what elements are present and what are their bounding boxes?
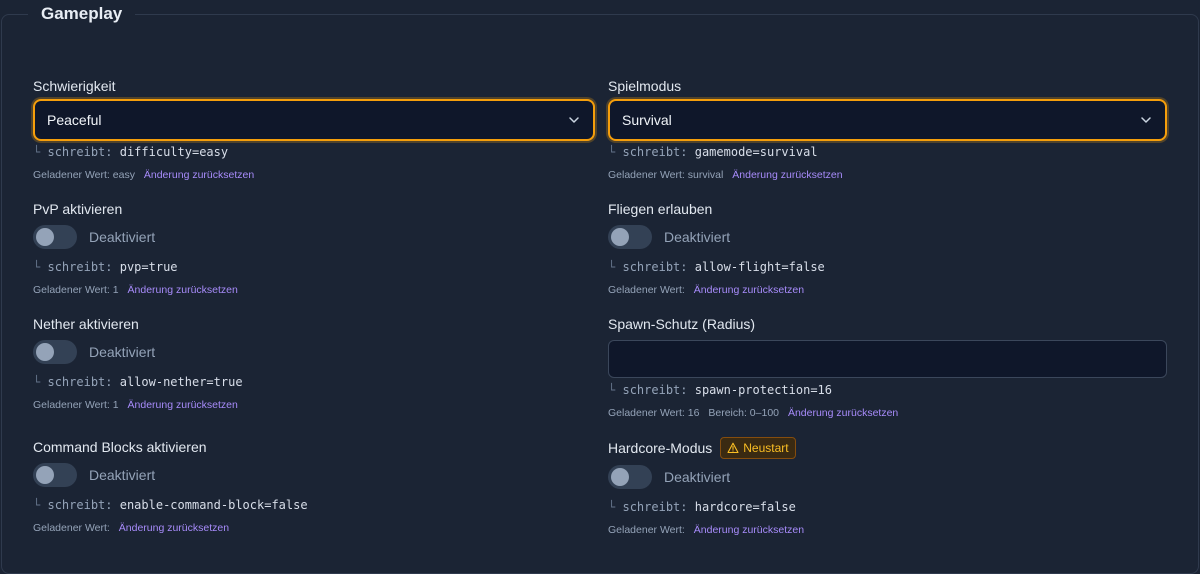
spawn-protection-input[interactable]: [608, 340, 1167, 378]
tree-branch-icon: └: [608, 260, 616, 274]
pvp-writes: └ schreibt: pvp=true: [33, 260, 178, 274]
spawn-protection-meta: Geladener Wert: 16 Bereich: 0–100 Änderu…: [608, 406, 898, 420]
flight-label: Fliegen erlauben: [608, 201, 713, 217]
command-blocks-label: Command Blocks aktivieren: [33, 439, 207, 455]
nether-writes: └ schreibt: allow-nether=true: [33, 375, 243, 389]
warning-icon: [727, 442, 739, 454]
flight-reset-link[interactable]: Änderung zurücksetzen: [694, 284, 804, 296]
command-blocks-loaded-value: Geladener Wert:: [33, 522, 110, 534]
section-title: Gameplay: [28, 2, 136, 26]
hardcore-writes: └ schreibt: hardcore=false: [608, 500, 796, 514]
pvp-loaded-value: Geladener Wert: 1: [33, 284, 119, 296]
spawn-protection-range: Bereich: 0–100: [708, 407, 780, 419]
command-blocks-toggle-row: Deaktiviert: [33, 463, 155, 487]
command-blocks-reset-link[interactable]: Änderung zurücksetzen: [119, 522, 229, 534]
restart-badge: Neustart: [720, 437, 796, 459]
command-blocks-toggle[interactable]: [33, 463, 77, 487]
flight-meta: Geladener Wert: Änderung zurücksetzen: [608, 283, 804, 297]
difficulty-meta: Geladener Wert: easy Änderung zurücksetz…: [33, 168, 254, 182]
flight-key: allow-flight=false: [694, 260, 825, 274]
nether-key: allow-nether=true: [119, 375, 243, 389]
toggle-knob: [36, 343, 54, 361]
tree-branch-icon: └: [608, 383, 616, 397]
hardcore-label: Hardcore-Modus: [608, 440, 713, 456]
nether-label: Nether aktivieren: [33, 316, 139, 332]
command-blocks-writes: └ schreibt: enable-command-block=false: [33, 498, 308, 512]
gamemode-writes: └ schreibt: gamemode=survival: [608, 145, 818, 159]
nether-loaded-value: Geladener Wert: 1: [33, 399, 119, 411]
nether-toggle[interactable]: [33, 340, 77, 364]
pvp-label: PvP aktivieren: [33, 201, 123, 217]
command-blocks-state: Deaktiviert: [89, 467, 156, 483]
difficulty-reset-link[interactable]: Änderung zurücksetzen: [144, 169, 254, 181]
difficulty-loaded-value: Geladener Wert: easy: [33, 169, 135, 181]
toggle-knob: [611, 468, 629, 486]
gamemode-key: gamemode=survival: [694, 145, 818, 159]
flight-loaded-value: Geladener Wert:: [608, 284, 685, 296]
hardcore-loaded-value: Geladener Wert:: [608, 524, 685, 536]
gamemode-loaded-value: Geladener Wert: survival: [608, 169, 724, 181]
pvp-toggle[interactable]: [33, 225, 77, 249]
nether-toggle-row: Deaktiviert: [33, 340, 155, 364]
toggle-knob: [36, 228, 54, 246]
command-blocks-key: enable-command-block=false: [119, 498, 308, 512]
gamemode-select-value: Survival: [622, 112, 672, 128]
difficulty-key: difficulty=easy: [119, 145, 229, 159]
tree-branch-icon: └: [33, 260, 41, 274]
spawn-protection-writes: └ schreibt: spawn-protection=16: [608, 383, 833, 397]
hardcore-meta: Geladener Wert: Änderung zurücksetzen: [608, 523, 804, 537]
tree-branch-icon: └: [608, 145, 616, 159]
pvp-toggle-row: Deaktiviert: [33, 225, 155, 249]
toggle-knob: [611, 228, 629, 246]
command-blocks-meta: Geladener Wert: Änderung zurücksetzen: [33, 521, 229, 535]
gamemode-meta: Geladener Wert: survival Änderung zurück…: [608, 168, 843, 182]
spawn-protection-loaded-value: Geladener Wert: 16: [608, 407, 700, 419]
difficulty-select[interactable]: Peaceful: [33, 99, 595, 141]
tree-branch-icon: └: [33, 375, 41, 389]
restart-badge-text: Neustart: [743, 441, 789, 455]
pvp-meta: Geladener Wert: 1 Änderung zurücksetzen: [33, 283, 238, 297]
difficulty-select-value: Peaceful: [47, 112, 102, 128]
gamemode-reset-link[interactable]: Änderung zurücksetzen: [732, 169, 842, 181]
flight-toggle[interactable]: [608, 225, 652, 249]
spawn-protection-label: Spawn-Schutz (Radius): [608, 316, 756, 332]
hardcore-state: Deaktiviert: [664, 469, 731, 485]
nether-meta: Geladener Wert: 1 Änderung zurücksetzen: [33, 398, 238, 412]
hardcore-key: hardcore=false: [694, 500, 796, 514]
chevron-down-icon: [569, 117, 579, 123]
spawn-protection-reset-link[interactable]: Änderung zurücksetzen: [788, 407, 898, 419]
pvp-state: Deaktiviert: [89, 229, 156, 245]
hardcore-label-row: Hardcore-Modus Neustart: [608, 437, 796, 459]
flight-toggle-row: Deaktiviert: [608, 225, 730, 249]
toggle-knob: [36, 466, 54, 484]
difficulty-label: Schwierigkeit: [33, 78, 116, 94]
gamemode-label: Spielmodus: [608, 78, 682, 94]
nether-reset-link[interactable]: Änderung zurücksetzen: [128, 399, 238, 411]
difficulty-writes: └ schreibt: difficulty=easy: [33, 145, 229, 159]
flight-writes: └ schreibt: allow-flight=false: [608, 260, 825, 274]
hardcore-toggle[interactable]: [608, 465, 652, 489]
chevron-down-icon: [1141, 117, 1151, 123]
pvp-key: pvp=true: [119, 260, 178, 274]
gamemode-select[interactable]: Survival: [608, 99, 1167, 141]
tree-branch-icon: └: [33, 145, 41, 159]
hardcore-toggle-row: Deaktiviert: [608, 465, 730, 489]
pvp-reset-link[interactable]: Änderung zurücksetzen: [128, 284, 238, 296]
flight-state: Deaktiviert: [664, 229, 731, 245]
nether-state: Deaktiviert: [89, 344, 156, 360]
spawn-protection-key: spawn-protection=16: [694, 383, 833, 397]
hardcore-reset-link[interactable]: Änderung zurücksetzen: [694, 524, 804, 536]
tree-branch-icon: └: [33, 498, 41, 512]
tree-branch-icon: └: [608, 500, 616, 514]
